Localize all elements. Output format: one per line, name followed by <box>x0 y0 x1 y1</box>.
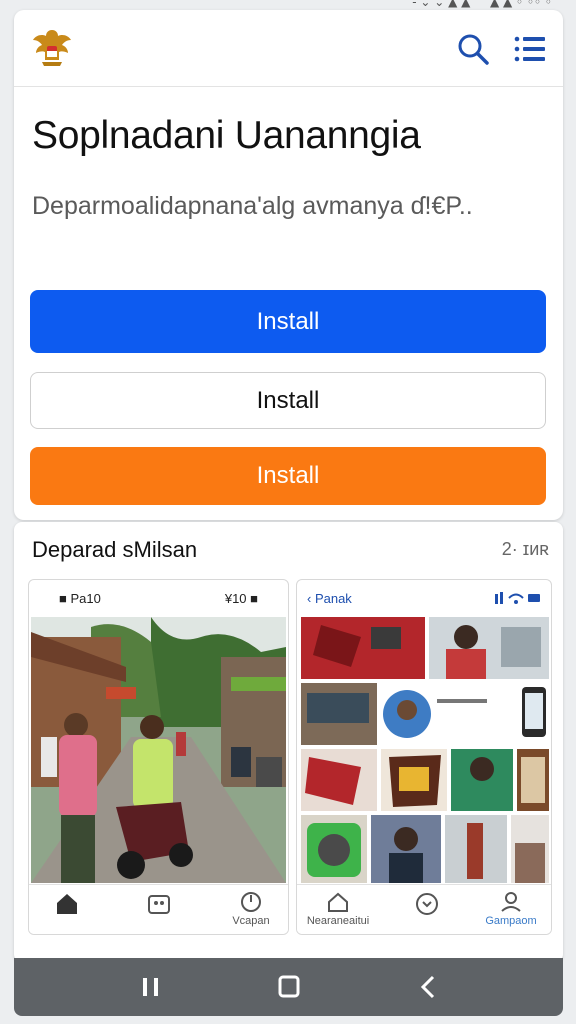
mini-status-bar: ■ Pa10 ¥10 ■ <box>29 580 288 616</box>
app-subtitle: Deparmoalidapnana'alg avmanya ɗ!€P.. <box>32 192 473 220</box>
mini-status-right: ¥10 ■ <box>224 591 258 606</box>
menu-list-icon[interactable] <box>512 32 548 66</box>
mini-tab-label: Nearaneaitui <box>306 915 370 927</box>
install-button-primary[interactable]: Install <box>30 290 546 353</box>
mini-status-left: ‹ Panak <box>307 591 352 606</box>
recents-icon[interactable] <box>134 972 168 1002</box>
status-bar: - ⌄ ⌄ ▲ ▲ ⌒ ▲ ▲ ◦ ◦◦ ◦ <box>0 0 576 9</box>
mini-tab-clock[interactable]: Vcapan <box>221 891 281 927</box>
section-meta[interactable]: 2· ɪᴎʀ <box>502 539 549 560</box>
mini-tab-label: Gampaom <box>485 915 537 927</box>
mini-tab-home[interactable]: Nearaneaitui <box>303 891 373 927</box>
profile-icon <box>501 892 521 912</box>
mini-tab-home[interactable] <box>37 891 97 919</box>
app-detail-card: Soplnadani Uananngia Deparmoalidapnana'a… <box>14 10 563 520</box>
mini-status-icons <box>495 592 540 604</box>
mini-tab-label: Vcapan <box>232 915 270 927</box>
mini-tab-profile[interactable]: Gampaom <box>481 891 541 927</box>
photo-mosaic <box>301 617 549 883</box>
system-navigation-bar <box>14 958 563 1016</box>
screenshot-preview-1[interactable]: ■ Pa10 ¥10 ■ Vcapan <box>28 579 289 935</box>
mini-tab-grid[interactable] <box>129 891 189 919</box>
home-icon <box>57 894 77 914</box>
home-icon <box>328 892 348 912</box>
status-icons: - ⌄ ⌄ ▲ ▲ ⌒ ▲ ▲ ◦ ◦◦ ◦ <box>412 0 552 9</box>
garuda-emblem-icon <box>33 30 71 66</box>
mini-tab-middle[interactable] <box>397 891 457 919</box>
install-button-tertiary[interactable]: Install <box>30 447 546 505</box>
mini-tab-bar: Vcapan <box>29 884 288 934</box>
app-bar <box>14 10 563 87</box>
back-chevron-icon[interactable] <box>412 972 446 1002</box>
install-button-secondary[interactable]: Install <box>30 372 546 429</box>
clock-icon <box>241 892 261 912</box>
mini-tab-bar: Nearaneaitui Gampaom <box>297 884 551 934</box>
search-icon[interactable] <box>456 32 490 66</box>
mini-status-left: ■ Pa10 <box>59 591 101 606</box>
grid-icon <box>148 895 170 914</box>
screenshots-card: Deparad sMilsan 2· ɪᴎʀ ■ Pa10 ¥10 ■ Vcap… <box>14 522 563 962</box>
street-photo <box>31 617 286 883</box>
home-square-icon[interactable] <box>272 972 306 1002</box>
screenshot-preview-2[interactable]: ‹ Panak Nearaneaitui Gampaom <box>296 579 552 935</box>
mini-status-bar: ‹ Panak <box>297 580 551 616</box>
chevron-down-circle-icon <box>416 893 438 915</box>
app-title: Soplnadani Uananngia <box>32 114 421 157</box>
section-title: Deparad sMilsan <box>32 537 198 562</box>
